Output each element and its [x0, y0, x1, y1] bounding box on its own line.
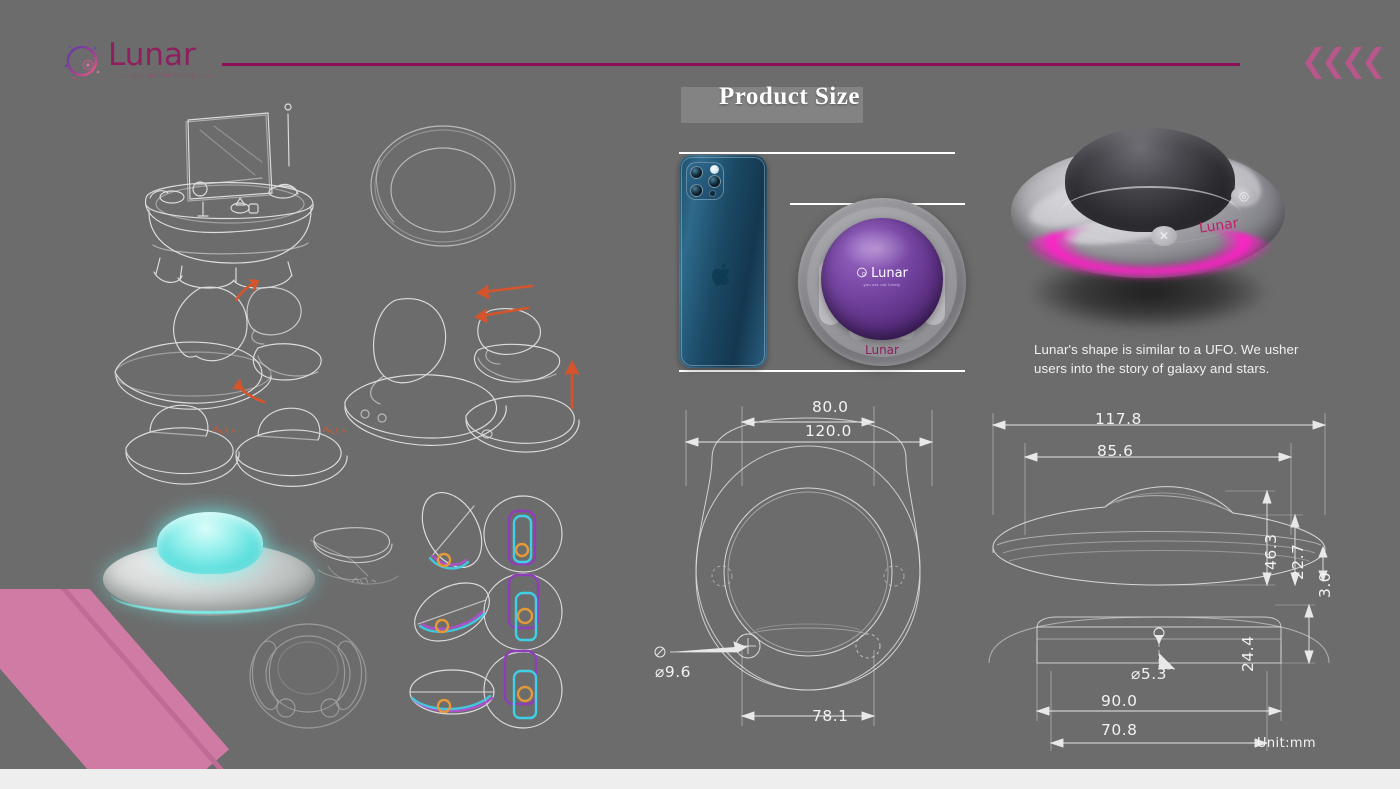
header-divider-line	[222, 63, 1240, 66]
button-o[interactable]: ◎	[1231, 186, 1257, 206]
dim-height-rim: 3.0	[1316, 571, 1334, 598]
dim-base-outer: 70.8	[1101, 721, 1138, 739]
dim-height-total: 46.3	[1262, 533, 1280, 570]
camera-lens-icon	[690, 184, 703, 197]
apple-logo-icon	[712, 263, 730, 286]
console-concept-sketch	[144, 103, 314, 289]
ufo-dome	[157, 512, 263, 574]
section-study-overlays	[410, 509, 540, 720]
dim-side-outer: 117.8	[1095, 410, 1142, 428]
chevron-left-icon	[1365, 47, 1382, 79]
dim-bottom: 78.1	[812, 707, 849, 725]
hero-caption: Lunar's shape is similar to a UFO. We us…	[1034, 340, 1334, 378]
dim-base-height: 24.4	[1239, 635, 1257, 672]
dim-height-dome: 22.7	[1289, 543, 1307, 580]
logo-wordmark: Lunar	[108, 37, 196, 73]
dim-top-outer: 120.0	[805, 422, 852, 440]
dim-hole-diameter: ⌀9.6	[655, 663, 691, 681]
device-dome: Lunar you are not lonely	[821, 218, 943, 340]
led-ring-glow	[1017, 224, 1279, 282]
bottom-view-line-drawing	[249, 623, 367, 729]
brand-logo: Lunar ——— you are not lonely ———	[62, 36, 232, 86]
lunar-logo-icon-small	[857, 267, 867, 278]
glowing-ufo-render	[103, 508, 315, 620]
top-view-drawing	[654, 406, 934, 726]
camera-module	[686, 162, 724, 200]
page-title: Product Size	[719, 83, 860, 110]
chevron-group	[1305, 47, 1382, 79]
chevron-left-icon	[1345, 47, 1362, 79]
dim-base-inner: 90.0	[1101, 692, 1138, 710]
flash-icon	[710, 165, 719, 174]
unit-label: Unit:mm	[1257, 736, 1316, 751]
lunar-device-top-view: Lunar Lunar you are not lonely	[798, 198, 966, 366]
ring-top-view-sketch	[370, 125, 516, 247]
dim-base-hole-diameter: ⌀5.3	[1131, 665, 1167, 683]
logo-tagline: ——— you are not lonely ———	[114, 72, 215, 79]
bottom-strip	[0, 769, 1400, 789]
hero-caption-line2: users into the story of galaxy and stars…	[1034, 361, 1270, 376]
lidar-sensor-icon	[709, 190, 716, 197]
logo-tagline-text: you are not lonely	[132, 72, 196, 79]
camera-lens-icon	[690, 166, 703, 179]
iphone-scale-reference	[679, 155, 767, 368]
scale-guide-line-top	[679, 152, 955, 154]
device-logo-tagline: you are not lonely	[863, 282, 901, 287]
slide-canvas: Lunar ——— you are not lonely ——— Product…	[0, 0, 1400, 789]
hinge-open-study-sketch-2	[344, 298, 580, 453]
lunar-logo-icon	[64, 41, 102, 80]
scale-guide-line-bottom	[679, 370, 965, 372]
chevron-left-icon	[1305, 47, 1322, 79]
dim-side-inner: 85.6	[1097, 442, 1134, 460]
camera-lens-icon	[708, 175, 721, 188]
lunar-hero-render: ✕ ◎ Lunar	[1003, 128, 1293, 328]
hero-caption-line1: Lunar's shape is similar to a UFO. We us…	[1034, 342, 1299, 357]
device-logo-wordmark: Lunar	[821, 266, 943, 281]
sketch-panel	[114, 103, 580, 729]
chevron-left-icon	[1325, 47, 1342, 79]
device-brand-label: Lunar	[865, 343, 899, 357]
hinge-open-study-sketch	[114, 286, 348, 487]
dim-top-inner: 80.0	[812, 398, 849, 416]
base-plate-sketch	[313, 527, 399, 585]
button-x[interactable]: ✕	[1151, 226, 1177, 246]
ufo-rim-light	[111, 574, 307, 614]
